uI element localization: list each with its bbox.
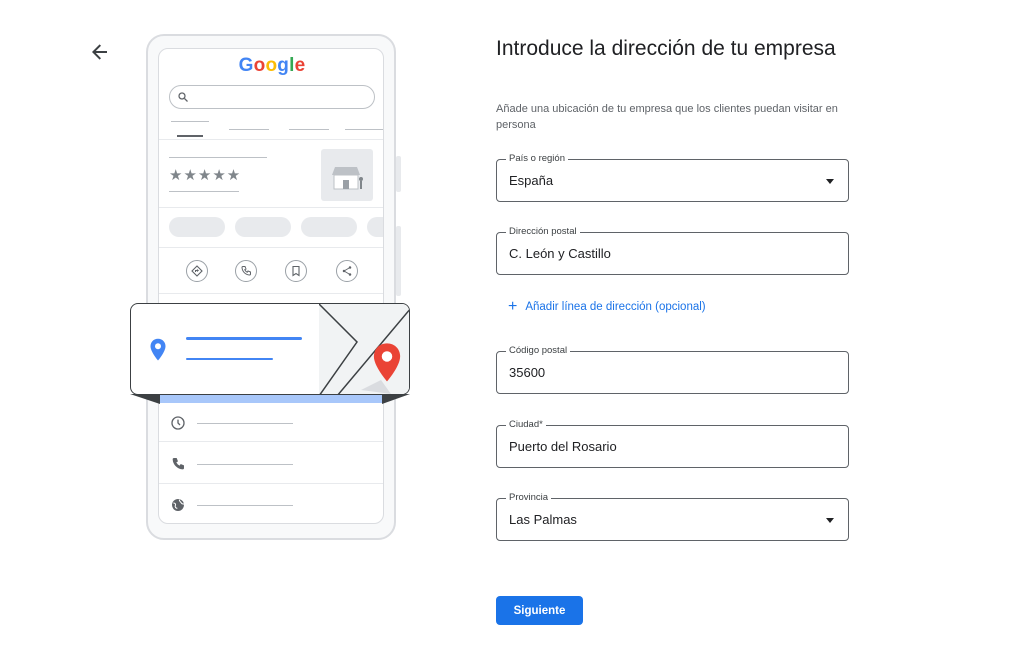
map-pin-icon xyxy=(371,342,403,389)
placeholder-line xyxy=(197,464,293,465)
divider xyxy=(159,293,383,294)
province-select[interactable]: Provincia Las Palmas xyxy=(496,492,849,541)
divider xyxy=(159,441,383,442)
google-logo-letter: o xyxy=(265,55,278,76)
city-field[interactable]: Ciudad* Puerto del Rosario xyxy=(496,419,849,468)
address-card-illustration xyxy=(130,303,410,395)
street-address-field[interactable]: Dirección postal C. León y Castillo xyxy=(496,226,849,275)
address-line-placeholder xyxy=(186,358,273,360)
page-subtitle: Añade una ubicación de tu empresa que lo… xyxy=(496,103,838,131)
illustration-search-bar xyxy=(169,85,375,109)
country-select[interactable]: País o región España xyxy=(496,153,849,202)
back-arrow-icon[interactable] xyxy=(88,40,112,64)
add-address-line-link[interactable]: + Añadir línea de dirección (opcional) xyxy=(508,299,706,315)
phone-icon xyxy=(170,456,186,477)
bookmark-icon xyxy=(285,260,307,282)
placeholder-chip xyxy=(301,217,357,237)
illustration-tab xyxy=(229,129,269,130)
placeholder-line xyxy=(197,423,293,424)
divider xyxy=(159,139,383,140)
street-address-label: Dirección postal xyxy=(506,226,580,237)
divider xyxy=(159,247,383,248)
city-value: Puerto del Rosario xyxy=(509,439,617,454)
postal-code-field[interactable]: Código postal 35600 xyxy=(496,345,849,394)
phone-screen: Google ★★★★★ xyxy=(158,48,384,524)
clock-icon xyxy=(170,415,186,436)
placeholder-chip xyxy=(235,217,291,237)
next-button[interactable]: Siguiente xyxy=(496,596,583,625)
province-label: Provincia xyxy=(506,492,552,503)
city-label: Ciudad* xyxy=(506,419,546,430)
illustration-tab xyxy=(345,129,383,130)
country-label: País o región xyxy=(506,153,568,164)
google-logo: Google xyxy=(159,55,383,77)
card-fold xyxy=(130,394,160,404)
share-icon xyxy=(336,260,358,282)
search-icon xyxy=(178,92,188,102)
google-logo-letter: e xyxy=(294,55,306,76)
placeholder-line xyxy=(197,505,293,506)
plus-icon: + xyxy=(508,298,518,315)
postal-code-value: 35600 xyxy=(509,365,546,380)
illustration-tab xyxy=(171,121,209,122)
placeholder-line xyxy=(169,157,267,158)
divider xyxy=(159,207,383,208)
illustration-tab-active xyxy=(177,135,203,137)
google-logo-letter: o xyxy=(253,55,266,76)
location-pin-icon xyxy=(149,338,167,367)
globe-icon xyxy=(170,497,186,518)
phone-icon xyxy=(235,260,257,282)
rating-stars: ★★★★★ xyxy=(169,167,242,184)
country-value: España xyxy=(509,173,554,188)
card-fold xyxy=(382,394,410,404)
province-value: Las Palmas xyxy=(509,512,577,527)
phone-side-button xyxy=(396,226,401,296)
google-logo-letter: G xyxy=(238,55,254,76)
phone-side-button xyxy=(396,156,401,192)
illustration-tab xyxy=(289,129,329,130)
address-line-placeholder xyxy=(186,337,302,340)
street-address-value: C. León y Castillo xyxy=(509,246,611,261)
placeholder-chip xyxy=(169,217,225,237)
card-shadow-bar xyxy=(160,394,382,403)
google-logo-text: Google xyxy=(239,55,306,76)
dropdown-arrow-icon xyxy=(826,518,834,523)
placeholder-line xyxy=(169,191,239,192)
page-title: Introduce la dirección de tu empresa xyxy=(496,37,836,60)
divider xyxy=(159,483,383,484)
directions-icon xyxy=(186,260,208,282)
postal-code-label: Código postal xyxy=(506,345,571,356)
dropdown-arrow-icon xyxy=(826,179,834,184)
add-address-line-label: Añadir línea de dirección (opcional) xyxy=(525,301,706,313)
google-logo-letter: g xyxy=(277,55,290,76)
placeholder-chip xyxy=(367,217,383,237)
store-icon xyxy=(321,149,373,201)
